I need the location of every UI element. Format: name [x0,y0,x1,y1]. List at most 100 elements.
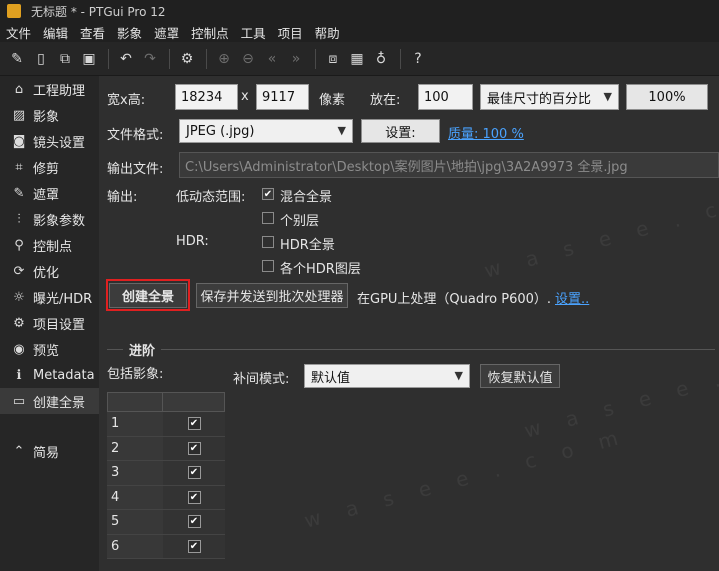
gpu-settings-link[interactable]: 设置.. [555,288,589,307]
sidebar-item-preview[interactable]: ◉ 预览 [0,336,99,362]
toolbar-divider [108,48,109,69]
include-image-checkbox[interactable]: ✔ [187,490,201,504]
include-image-checkbox[interactable]: ✔ [187,466,201,480]
hdr-panorama-label: HDR全景 [280,238,335,253]
sidebar-item-label: 修剪 [33,161,60,177]
blended-panorama-label: 混合全景 [280,190,333,205]
percent-100-button[interactable]: 100% [626,84,708,110]
sidebar: ⌂ 工程助理 ▨ 影象 ◙ 镜头设置 ⌗ 修剪 ✎ 遮罩 ⫶ 影象参数 ⚲ 控制… [0,76,99,571]
rewind-icon[interactable]: « [261,48,283,70]
table-icon[interactable]: ▦ [346,48,368,70]
hdr-layers-checkbox[interactable] [262,260,274,272]
lightbulb-icon[interactable]: ♁ [370,48,392,70]
menu-view[interactable]: 查看 [74,23,111,42]
chevron-down-icon: ▼ [603,90,612,103]
gear-icon[interactable]: ⚙ [176,48,198,70]
table-row[interactable]: 6 ✔ [107,534,225,559]
sidebar-item-label: 优化 [33,265,60,281]
new-project-icon[interactable]: ▯ [30,48,52,70]
image-index: 5 [107,510,163,534]
panorama-editor-icon[interactable]: ⧈ [322,48,344,70]
include-image-checkbox[interactable]: ✔ [187,539,201,553]
size-label: 宽x高: [107,93,146,108]
sidebar-item-label: Metadata [33,367,95,383]
image-index: 4 [107,485,163,509]
menu-images[interactable]: 影象 [111,23,148,42]
quality-link[interactable]: 质量: 100 % [448,123,524,142]
watermark: w a s e e . c o m [301,423,631,533]
menu-bar: 文件 编辑 查看 影象 遮罩 控制点 工具 项目 帮助 [0,22,719,42]
sidebar-item-images[interactable]: ▨ 影象 [0,102,99,128]
image-index: 1 [107,412,163,436]
output-file-path-input[interactable]: C:\Users\Administrator\Desktop\案例图片\地拍\j… [179,152,719,178]
menu-tools[interactable]: 工具 [235,23,272,42]
sidebar-item-control-points[interactable]: ⚲ 控制点 [0,232,99,258]
sidebar-item-label: 创建全景 [33,395,86,411]
help-icon[interactable]: ? [407,48,429,70]
table-row[interactable]: 4 ✔ [107,485,225,510]
sidebar-item-label: 控制点 [33,239,73,255]
output-label: 输出: [107,190,138,205]
blended-panorama-checkbox[interactable]: ✔ [262,188,274,200]
title-bar: 无标题 * - PTGui Pro 12 [0,0,719,22]
sidebar-item-label: 工程助理 [33,83,86,99]
sidebar-item-metadata[interactable]: ℹ Metadata [0,362,99,388]
menu-file[interactable]: 文件 [0,23,37,42]
sidebar-item-label: 遮罩 [33,187,60,203]
sidebar-item-label: 镜头设置 [33,135,86,151]
sidebar-item-image-parameters[interactable]: ⫶ 影象参数 [0,206,99,232]
sidebar-item-create-panorama[interactable]: ▭ 创建全景 [0,388,99,414]
format-settings-button[interactable]: 设置: [361,119,440,143]
zoom-input[interactable]: 100 [418,84,473,110]
include-image-checkbox[interactable]: ✔ [187,417,201,431]
toolbar-divider [400,48,401,69]
reset-defaults-button[interactable]: 恢复默认值 [480,364,560,388]
fast-forward-icon[interactable]: » [285,48,307,70]
menu-edit[interactable]: 编辑 [37,23,74,42]
hdr-panorama-checkbox[interactable] [262,236,274,248]
camera-icon: ◙ [12,133,26,149]
menu-project[interactable]: 项目 [272,23,309,42]
edit-project-icon[interactable]: ✎ [6,48,28,70]
zoom-mode-select[interactable]: 最佳尺寸的百分比 ▼ [480,84,619,110]
menu-control-points[interactable]: 控制点 [185,23,235,42]
zoom-in-icon[interactable]: ⊕ [213,48,235,70]
width-input[interactable]: 18234 [175,84,238,110]
open-project-icon[interactable]: ⧉ [54,48,76,70]
include-image-checkbox[interactable]: ✔ [187,515,201,529]
table-row[interactable]: 5 ✔ [107,510,225,535]
zoom-out-icon[interactable]: ⊖ [237,48,259,70]
chevron-up-circle-icon: ⌃ [13,443,25,459]
sidebar-item-label: 项目设置 [33,317,86,333]
sidebar-item-mask[interactable]: ✎ 遮罩 [0,180,99,206]
redo-icon[interactable]: ↷ [139,48,161,70]
individual-layers-checkbox[interactable] [262,212,274,224]
sidebar-item-lens-settings[interactable]: ◙ 镜头设置 [0,128,99,154]
image-index: 3 [107,461,163,485]
sidebar-item-label: 影象参数 [33,213,86,229]
file-format-select[interactable]: JPEG (.jpg) ▼ [179,119,353,143]
table-row[interactable]: 1 ✔ [107,412,225,437]
sidebar-item-label: 曝光/HDR [33,291,93,307]
crop-icon: ⌗ [15,159,23,175]
sidebar-item-simple[interactable]: ⌃ 简易 [0,438,99,464]
menu-mask[interactable]: 遮罩 [148,23,185,42]
output-file-label: 输出文件: [107,162,164,177]
interpolation-select[interactable]: 默认值 ▼ [304,364,470,388]
include-image-checkbox[interactable]: ✔ [187,441,201,455]
save-icon[interactable]: ▣ [78,48,100,70]
table-row[interactable]: 3 ✔ [107,461,225,486]
sidebar-item-project-settings[interactable]: ⚙ 项目设置 [0,310,99,336]
sidebar-item-project-assistant[interactable]: ⌂ 工程助理 [0,76,99,102]
home-icon: ⌂ [14,81,24,97]
undo-icon[interactable]: ↶ [115,48,137,70]
menu-help[interactable]: 帮助 [309,23,346,42]
height-input[interactable]: 9117 [256,84,309,110]
sidebar-item-crop[interactable]: ⌗ 修剪 [0,154,99,180]
app-icon [7,4,21,18]
table-row[interactable]: 2 ✔ [107,436,225,461]
save-and-send-to-batch-button[interactable]: 保存并发送到批次处理器 [196,283,348,308]
sidebar-item-optimize[interactable]: ⟳ 优化 [0,258,99,284]
sidebar-item-exposure-hdr[interactable]: ☼ 曝光/HDR [0,284,99,310]
toolbar-divider [169,48,170,69]
